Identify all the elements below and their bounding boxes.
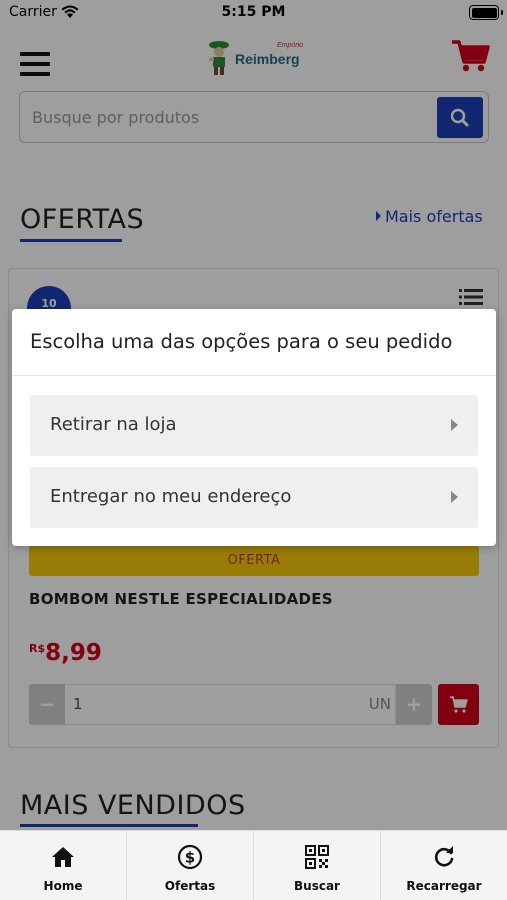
pickup-in-store-option[interactable]: Retirar na loja bbox=[30, 395, 478, 456]
option-label: Retirar na loja bbox=[50, 414, 177, 435]
tab-home[interactable]: Home bbox=[0, 831, 127, 900]
deliver-to-address-option[interactable]: Entregar no meu endereço bbox=[30, 467, 478, 528]
tab-offers[interactable]: $ Ofertas bbox=[127, 831, 254, 900]
dollar-icon: $ bbox=[177, 844, 203, 870]
bottom-tab-bar: Home $ Ofertas Buscar Recarregar bbox=[0, 830, 507, 900]
tab-label: Home bbox=[43, 879, 83, 893]
caret-right-icon bbox=[451, 419, 458, 431]
tab-search[interactable]: Buscar bbox=[254, 831, 381, 900]
tab-label: Ofertas bbox=[164, 879, 216, 893]
svg-text:$: $ bbox=[185, 849, 195, 867]
caret-right-icon bbox=[451, 491, 458, 503]
qr-code-icon bbox=[305, 845, 329, 869]
tab-reload[interactable]: Recarregar bbox=[381, 831, 507, 900]
tab-label: Recarregar bbox=[406, 879, 482, 893]
option-label: Entregar no meu endereço bbox=[50, 486, 292, 507]
dialog-title: Escolha uma das opções para o seu pedido bbox=[30, 330, 453, 353]
tab-label: Buscar bbox=[294, 879, 340, 893]
dialog-divider bbox=[12, 375, 496, 376]
order-option-dialog: Escolha uma das opções para o seu pedido… bbox=[12, 309, 496, 546]
home-icon bbox=[52, 847, 74, 867]
reload-icon bbox=[434, 846, 454, 867]
